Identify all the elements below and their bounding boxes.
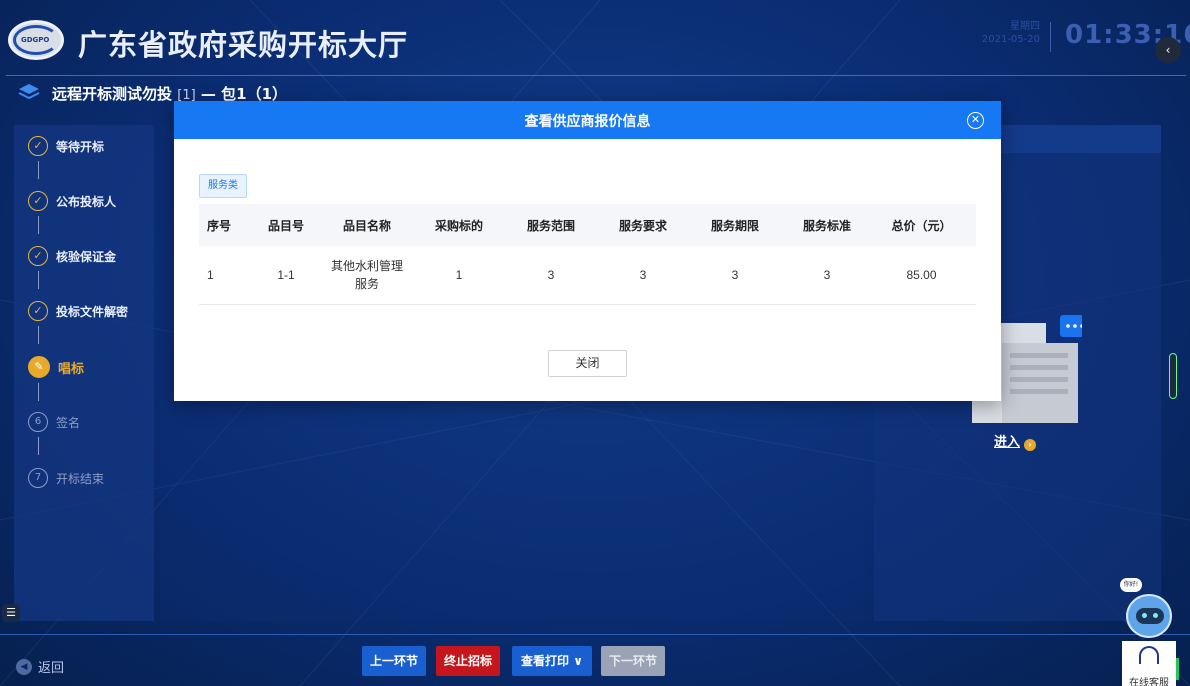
table-cell: 3 [683,246,787,305]
item-name-text: 其他水利管理服务 [331,258,404,291]
column-header: 总价（元） [867,204,976,246]
column-header: 服务范围 [499,204,603,246]
table-cell: 3 [603,246,683,305]
column-header: 品目号 [257,204,315,246]
column-header: 采购标的 [419,204,499,246]
quote-table: 序号 品目号 品目名称 采购标的 服务范围 服务要求 服务期限 服务标准 总价（… [199,204,976,305]
modal-title: 查看供应商报价信息 [524,114,651,130]
column-header: 序号 [199,204,257,246]
table-cell: 1 [419,246,499,305]
column-header: 品目名称 [315,204,419,246]
close-button[interactable]: 关闭 [548,350,627,377]
category-tag[interactable]: 服务类 [199,174,247,198]
table-cell: 其他水利管理服务 [315,246,419,305]
close-icon[interactable]: ✕ [967,112,984,129]
column-header: 服务期限 [683,204,787,246]
table-row: 1 1-1 其他水利管理服务 1 3 3 3 3 85.00 [199,246,976,305]
table-cell: 3 [499,246,603,305]
table-header-row: 序号 品目号 品目名称 采购标的 服务范围 服务要求 服务期限 服务标准 总价（… [199,204,976,246]
column-header: 服务要求 [603,204,683,246]
quote-info-modal: 查看供应商报价信息 ✕ 服务类 序号 品目号 品目名称 采购标的 服务范围 服务… [174,101,1001,401]
table-cell: 3 [787,246,867,305]
column-header: 服务标准 [787,204,867,246]
table-cell: 1 [199,246,257,305]
modal-header: 查看供应商报价信息 ✕ [174,101,1001,139]
table-cell: 1-1 [257,246,315,305]
table-cell: 85.00 [867,246,976,305]
